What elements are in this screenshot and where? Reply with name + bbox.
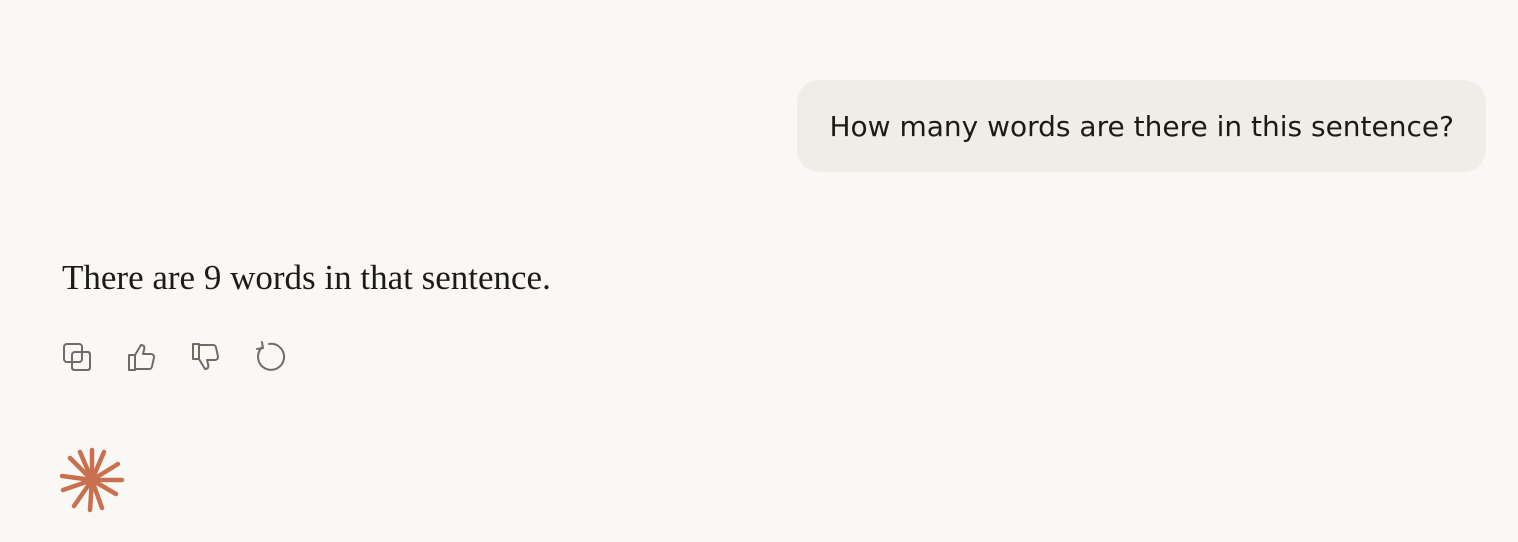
thumbs-down-icon xyxy=(192,343,219,370)
thumbs-up-button[interactable] xyxy=(122,338,160,376)
retry-icon xyxy=(256,341,285,371)
message-actions xyxy=(58,338,288,376)
retry-button[interactable] xyxy=(250,338,288,376)
user-message-text: How many words are there in this sentenc… xyxy=(829,109,1454,143)
sparkle-logo-icon xyxy=(59,447,125,513)
copy-button[interactable] xyxy=(58,338,96,376)
thumbs-up-icon xyxy=(128,344,155,371)
user-message-bubble: How many words are there in this sentenc… xyxy=(797,80,1486,172)
thumbs-down-button[interactable] xyxy=(186,338,224,376)
copy-icon xyxy=(63,343,91,371)
assistant-message-text: There are 9 words in that sentence. xyxy=(62,258,551,297)
